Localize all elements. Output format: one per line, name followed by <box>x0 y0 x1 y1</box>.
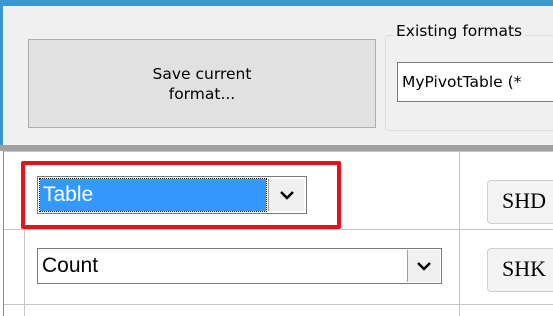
save-current-format-button[interactable]: Save current format... <box>28 39 376 128</box>
grid-line <box>3 151 4 316</box>
grid-line <box>3 304 553 305</box>
shd-button[interactable]: SHD <box>487 180 553 224</box>
grid-line <box>24 229 25 316</box>
aggregate-function-value: Count <box>42 254 99 277</box>
chevron-down-icon <box>417 262 431 271</box>
shk-button[interactable]: SHK <box>487 248 553 292</box>
existing-formats-label: Existing formats <box>393 22 526 40</box>
grid-line <box>3 229 553 230</box>
grid-line <box>459 151 460 316</box>
grid-line <box>3 151 553 152</box>
existing-formats-dropdown[interactable]: MyPivotTable (* <box>397 62 553 102</box>
annotation-highlight-box <box>21 161 341 229</box>
aggregate-function-dropdown-button[interactable] <box>407 250 440 282</box>
